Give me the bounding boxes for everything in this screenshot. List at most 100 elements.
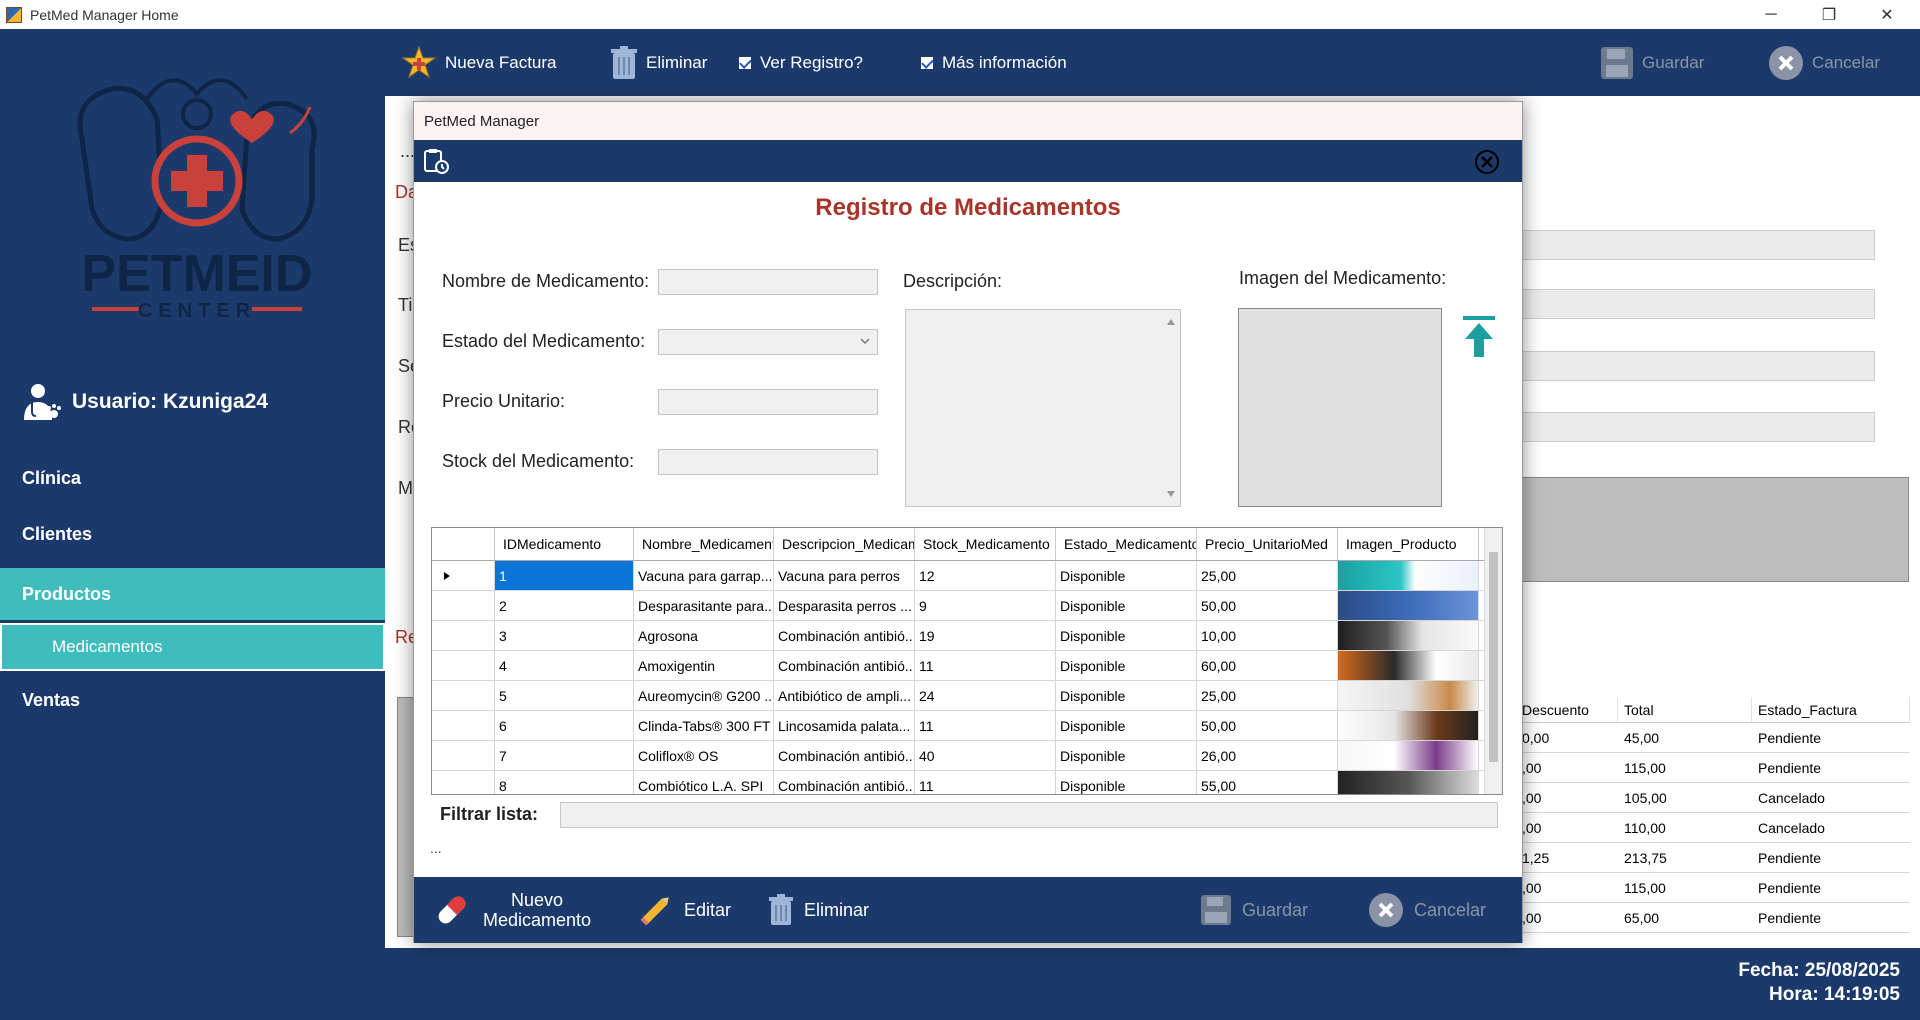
cell[interactable]: 11 bbox=[915, 771, 1056, 794]
table-row[interactable]: ,00 110,00 Cancelado bbox=[1518, 813, 1910, 843]
cell[interactable]: Desparasita perros ... bbox=[774, 591, 915, 620]
home-field-1[interactable] bbox=[1518, 230, 1875, 260]
cell[interactable]: 24 bbox=[915, 681, 1056, 710]
col-imagen[interactable]: Imagen_Producto bbox=[1338, 528, 1479, 560]
table-row[interactable]: 1,25 213,75 Pendiente bbox=[1518, 843, 1910, 873]
col-estado[interactable]: Estado_Medicamento bbox=[1056, 528, 1197, 560]
cell[interactable]: 6 bbox=[495, 711, 634, 740]
cell[interactable]: Combinación antibió... bbox=[774, 771, 915, 794]
minimize-button[interactable]: ─ bbox=[1742, 0, 1800, 29]
cell[interactable]: 11 bbox=[915, 651, 1056, 680]
more-info-checkbox[interactable]: Más información bbox=[920, 29, 1067, 96]
delete-invoice-button[interactable]: Eliminar bbox=[610, 29, 707, 96]
col-descripcion[interactable]: Descripcion_Medicam bbox=[774, 528, 915, 560]
cell[interactable]: Aureomycin® G200 ... bbox=[634, 681, 774, 710]
cell[interactable]: 10,00 bbox=[1197, 621, 1338, 650]
table-row[interactable]: 0,00 45,00 Pendiente bbox=[1518, 723, 1910, 753]
table-row[interactable]: ,00 115,00 Pendiente bbox=[1518, 753, 1910, 783]
table-row[interactable]: ,00 105,00 Cancelado bbox=[1518, 783, 1910, 813]
row-selector[interactable] bbox=[432, 651, 495, 680]
grid-scroll-thumb[interactable] bbox=[1489, 552, 1498, 762]
cell[interactable]: 55,00 bbox=[1197, 771, 1338, 794]
scroll-up-icon[interactable] bbox=[1166, 314, 1176, 330]
col-nombre[interactable]: Nombre_Medicamento bbox=[634, 528, 774, 560]
cell[interactable]: Vacuna para perros bbox=[774, 561, 915, 590]
cell[interactable]: 8 bbox=[495, 771, 634, 794]
cell[interactable]: Disponible bbox=[1056, 681, 1197, 710]
cell[interactable]: 40 bbox=[915, 741, 1056, 770]
product-thumbnail[interactable] bbox=[1338, 561, 1479, 590]
cell[interactable]: Disponible bbox=[1056, 591, 1197, 620]
nav-clientes[interactable]: Clientes bbox=[0, 508, 385, 560]
new-medicine-button[interactable]: Nuevo Medicamento bbox=[432, 877, 592, 943]
save-invoice-button[interactable]: Guardar bbox=[1600, 29, 1704, 96]
cell[interactable]: Combinación antibió... bbox=[774, 651, 915, 680]
cell[interactable]: Desparasitante para... bbox=[634, 591, 774, 620]
cell[interactable]: 11 bbox=[915, 711, 1056, 740]
grid-row[interactable]: 3 Agrosona Combinación antibió... 19 Dis… bbox=[432, 621, 1502, 651]
row-selector[interactable] bbox=[432, 681, 495, 710]
home-field-2[interactable] bbox=[1518, 289, 1875, 319]
cell[interactable]: Lincosamida palata... bbox=[774, 711, 915, 740]
product-thumbnail[interactable] bbox=[1338, 651, 1479, 680]
scroll-down-icon[interactable] bbox=[1166, 486, 1176, 502]
cell[interactable]: 5 bbox=[495, 681, 634, 710]
row-selector[interactable] bbox=[432, 741, 495, 770]
row-selector[interactable] bbox=[432, 621, 495, 650]
grid-row[interactable]: 5 Aureomycin® G200 ... Antibiótico de am… bbox=[432, 681, 1502, 711]
grid-row[interactable]: 2 Desparasitante para... Desparasita per… bbox=[432, 591, 1502, 621]
cancel-medicine-button[interactable]: Cancelar bbox=[1368, 877, 1486, 943]
col-stock[interactable]: Stock_Medicamento bbox=[915, 528, 1056, 560]
row-selector[interactable] bbox=[432, 711, 495, 740]
home-field-4[interactable] bbox=[1518, 412, 1875, 442]
cell[interactable]: Agrosona bbox=[634, 621, 774, 650]
cell[interactable]: Amoxigentin bbox=[634, 651, 774, 680]
save-medicine-button[interactable]: Guardar bbox=[1200, 877, 1308, 943]
stock-input[interactable] bbox=[658, 449, 878, 475]
cell[interactable]: 50,00 bbox=[1197, 711, 1338, 740]
cell[interactable]: Combinación antibió... bbox=[774, 621, 915, 650]
col-idmedicamento[interactable]: IDMedicamento bbox=[495, 528, 634, 560]
cell[interactable]: 60,00 bbox=[1197, 651, 1338, 680]
grid-row[interactable]: 4 Amoxigentin Combinación antibió... 11 … bbox=[432, 651, 1502, 681]
cell[interactable]: 19 bbox=[915, 621, 1056, 650]
name-input[interactable] bbox=[658, 269, 878, 295]
table-row[interactable]: ,00 65,00 Pendiente bbox=[1518, 903, 1910, 933]
grid-row[interactable]: 1 Vacuna para garrap... Vacuna para perr… bbox=[432, 561, 1502, 591]
cell[interactable]: 12 bbox=[915, 561, 1056, 590]
cell[interactable]: Disponible bbox=[1056, 711, 1197, 740]
view-record-checkbox[interactable]: Ver Registro? bbox=[738, 29, 863, 96]
table-row[interactable]: ,00 115,00 Pendiente bbox=[1518, 873, 1910, 903]
grid-row[interactable]: 7 Coliflox® OS Combinación antibió... 40… bbox=[432, 741, 1502, 771]
cell[interactable]: 7 bbox=[495, 741, 634, 770]
product-thumbnail[interactable] bbox=[1338, 681, 1479, 710]
cell[interactable]: Coliflox® OS bbox=[634, 741, 774, 770]
product-thumbnail[interactable] bbox=[1338, 741, 1479, 770]
cell[interactable]: 4 bbox=[495, 651, 634, 680]
cell[interactable]: 1 bbox=[495, 561, 634, 590]
row-selector-icon[interactable] bbox=[432, 561, 495, 590]
cell[interactable]: Disponible bbox=[1056, 651, 1197, 680]
cell[interactable]: Vacuna para garrap... bbox=[634, 561, 774, 590]
new-invoice-button[interactable]: Nueva Factura bbox=[401, 29, 557, 96]
cell[interactable]: Clinda-Tabs® 300 FT bbox=[634, 711, 774, 740]
home-field-3[interactable] bbox=[1518, 351, 1875, 381]
cell[interactable]: Combinación antibió... bbox=[774, 741, 915, 770]
description-textarea[interactable] bbox=[905, 309, 1181, 507]
nav-ventas[interactable]: Ventas bbox=[0, 674, 385, 726]
nav-productos[interactable]: Productos bbox=[0, 568, 385, 620]
nav-clinica[interactable]: Clínica bbox=[0, 452, 385, 504]
price-input[interactable] bbox=[658, 389, 878, 415]
cell[interactable]: 26,00 bbox=[1197, 741, 1338, 770]
edit-button[interactable]: Editar bbox=[638, 877, 731, 943]
upload-image-button[interactable] bbox=[1462, 315, 1496, 362]
product-thumbnail[interactable] bbox=[1338, 771, 1479, 794]
cell[interactable]: 50,00 bbox=[1197, 591, 1338, 620]
status-select[interactable] bbox=[658, 329, 878, 355]
product-thumbnail[interactable] bbox=[1338, 711, 1479, 740]
grid-row[interactable]: 8 Combiótico L.A. SPI Combinación antibi… bbox=[432, 771, 1502, 794]
cell[interactable]: Disponible bbox=[1056, 621, 1197, 650]
product-thumbnail[interactable] bbox=[1338, 621, 1479, 650]
delete-medicine-button[interactable]: Eliminar bbox=[768, 877, 869, 943]
close-button[interactable]: ✕ bbox=[1858, 0, 1916, 29]
